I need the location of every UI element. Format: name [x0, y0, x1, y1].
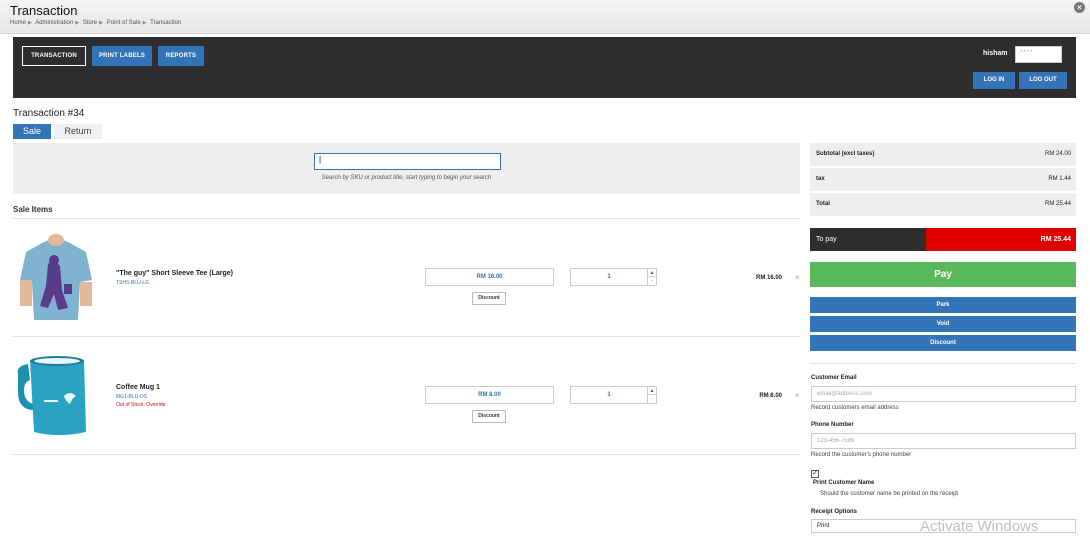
breadcrumb-separator-icon: ▶ — [28, 20, 32, 26]
transaction-title: Transaction #34 — [13, 108, 85, 119]
divider — [810, 363, 1076, 364]
customer-email-label: Customer Email — [811, 375, 857, 381]
activate-windows-watermark: Activate Windows — [920, 518, 1039, 535]
sale-items-title: Sale Items — [13, 205, 53, 214]
subtotal-value: RM 24.00 — [1044, 151, 1071, 157]
pos-header: TRANSACTION PRINT LABELS REPORTS hisham … — [13, 37, 1076, 98]
print-customer-name-checkbox[interactable]: ✓ — [811, 470, 819, 478]
customer-email-help: Record customers email address — [811, 405, 899, 411]
item-line-total: RM 16.00 — [755, 275, 782, 281]
mug-image — [14, 352, 98, 438]
subtotal-row: Subtotal (excl taxes) RM 24.00 — [810, 143, 1076, 166]
discount-button[interactable]: Discount — [810, 335, 1076, 351]
total-value: RM 25.44 — [1044, 201, 1071, 207]
decrement-icon[interactable]: - — [648, 395, 656, 403]
breadcrumb: Home ▶ Administration ▶ Store ▶ Point of Sa… — [10, 20, 181, 26]
breadcrumb-store[interactable]: Store — [83, 20, 97, 26]
breadcrumb-separator-icon: ▶ — [75, 20, 80, 26]
park-button[interactable]: Park — [810, 297, 1076, 313]
window-title: Transaction — [10, 3, 78, 18]
item-price-input[interactable]: RM 16.00 — [425, 268, 554, 286]
item-sku[interactable]: TSHS-BLU-LG — [116, 280, 149, 286]
divider — [13, 218, 800, 219]
customer-email-input[interactable] — [811, 386, 1076, 402]
increment-icon[interactable]: ▲ — [648, 387, 656, 395]
receipt-options-label: Receipt Options — [811, 509, 858, 515]
nav-print-labels-button[interactable]: PRINT LABELS — [92, 46, 152, 66]
phone-number-input[interactable] — [811, 433, 1076, 449]
print-customer-name-help: Should the customer name be printed on t… — [820, 491, 959, 497]
phone-number-help: Record the customer's phone number — [811, 452, 912, 458]
close-icon[interactable]: × — [1074, 2, 1085, 13]
password-input[interactable]: **** — [1015, 46, 1062, 63]
breadcrumb-home[interactable]: Home — [10, 20, 26, 26]
item-line-total: RM 8.00 — [759, 393, 782, 399]
breadcrumb-separator-icon: ▶ — [99, 20, 103, 26]
item-discount-button[interactable]: Discount — [472, 292, 506, 305]
product-search-input[interactable]: | — [314, 153, 501, 170]
tax-label: tax — [816, 176, 825, 182]
item-quantity-input[interactable]: 1 — [570, 386, 648, 404]
search-hint: Search by SKU or product title, start ty… — [321, 175, 492, 181]
to-pay-label: To pay — [810, 228, 926, 251]
item-discount-button[interactable]: Discount — [472, 410, 506, 423]
logout-button[interactable]: LOG OUT — [1019, 72, 1067, 89]
remove-item-icon[interactable]: × — [795, 391, 800, 400]
total-label: Total — [816, 201, 830, 207]
item-price-input[interactable]: RM 8.00 — [425, 386, 554, 404]
breadcrumb-point-of-sale[interactable]: Point of Sale — [107, 20, 141, 26]
tax-value: RM 1.44 — [1048, 176, 1071, 182]
stock-warning: Out of Stock: Override — [116, 402, 166, 408]
breadcrumb-separator-icon: ▶ — [142, 20, 147, 26]
pay-button[interactable]: Pay — [810, 262, 1076, 287]
phone-number-label: Phone Number — [811, 422, 854, 428]
search-panel: | Search by SKU or product title, start … — [13, 143, 800, 194]
tax-row: tax RM 1.44 — [810, 168, 1076, 191]
void-button[interactable]: Void — [810, 316, 1076, 332]
breadcrumb-administration[interactable]: Administration — [35, 20, 73, 26]
print-customer-name-label: Print Customer Name — [813, 480, 875, 486]
nav-reports-button[interactable]: REPORTS — [158, 46, 204, 66]
quantity-stepper[interactable]: ▲ - — [648, 268, 657, 286]
item-sku[interactable]: MG1-BLU-OS — [116, 394, 147, 400]
total-row: Total RM 25.44 — [810, 193, 1076, 216]
divider — [13, 454, 800, 455]
tshirt-image — [14, 234, 98, 320]
item-name: "The guy" Short Sleeve Tee (Large) — [116, 270, 233, 277]
breadcrumb-transaction: Transaction — [150, 20, 182, 26]
nav-transaction-button[interactable]: TRANSACTION — [22, 46, 86, 66]
username-label: hisham — [983, 50, 1008, 57]
window-titlebar: Transaction Home ▶ Administration ▶ Store ▶… — [0, 0, 1090, 34]
login-button[interactable]: LOG IN — [973, 72, 1015, 89]
divider — [13, 336, 800, 337]
item-quantity-input[interactable]: 1 — [570, 268, 648, 286]
to-pay-value: RM 25.44 — [926, 228, 1076, 251]
tab-sale[interactable]: Sale — [13, 124, 51, 139]
decrement-icon[interactable]: - — [648, 277, 656, 285]
item-name: Coffee Mug 1 — [116, 384, 160, 391]
remove-item-icon[interactable]: × — [795, 273, 800, 282]
subtotal-label: Subtotal (excl taxes) — [816, 151, 875, 157]
quantity-stepper[interactable]: ▲ - — [648, 386, 657, 404]
to-pay-bar: To pay RM 25.44 — [810, 228, 1076, 251]
tab-return[interactable]: Return — [54, 124, 102, 139]
increment-icon[interactable]: ▲ — [648, 269, 656, 277]
